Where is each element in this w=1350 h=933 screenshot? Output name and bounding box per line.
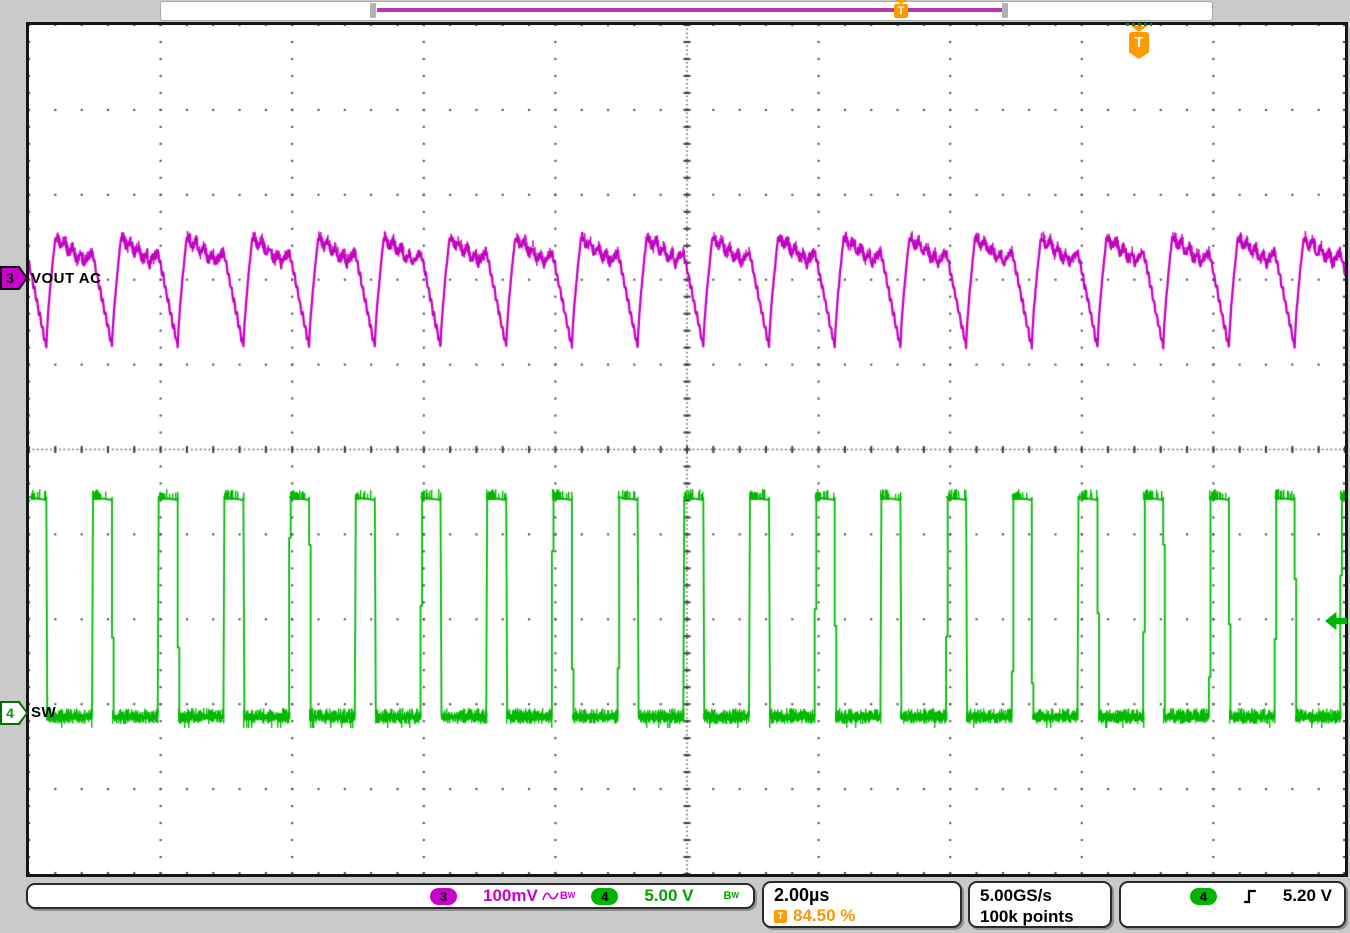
record-length-value[interactable]: 100k points: [980, 906, 1100, 927]
ch4-marker-number: 4: [0, 704, 20, 722]
ch4-bandwidth-icon: BW: [723, 890, 739, 902]
timebase-readout-box: 2.00µs T 84.50 %: [762, 881, 962, 928]
window-right-bracket[interactable]: [1002, 3, 1008, 18]
trigger-position-flag[interactable]: T: [1126, 23, 1152, 59]
sample-rate-value[interactable]: 5.00GS/s: [980, 885, 1100, 906]
trigger-t-flag-icon: T: [1129, 32, 1149, 59]
trigger-level-value[interactable]: 5.20 V: [1283, 886, 1332, 906]
ch3-waveform-label: VOUT AC: [31, 270, 101, 287]
ch3-scale-readout[interactable]: 100mV: [483, 886, 538, 906]
trigger-t-icon: T: [774, 910, 787, 923]
ac-coupling-icon: [542, 890, 560, 903]
trigger-readout-box: 4 5.20 V: [1119, 881, 1346, 928]
ch3-bandwidth-icon: BW: [560, 890, 576, 902]
ch4-ground-marker[interactable]: 4: [0, 701, 28, 725]
ch4-badge[interactable]: 4: [591, 888, 618, 905]
channel-readout-box: 3 100mV BW 4 5.00 V BW: [26, 883, 755, 909]
graticule: [26, 22, 1348, 877]
ch3-marker-number: 3: [0, 269, 20, 287]
window-left-bracket[interactable]: [370, 3, 376, 18]
trigger-source-badge[interactable]: 4: [1190, 888, 1217, 905]
window-range-line[interactable]: [377, 8, 1003, 12]
rising-slope-icon: [1243, 888, 1257, 905]
waveform-canvas: [29, 25, 1345, 874]
trigger-position-marker-topbar[interactable]: T: [893, 0, 909, 20]
ch4-waveform-label: SW: [31, 704, 56, 721]
ch3-badge[interactable]: 3: [430, 888, 457, 905]
trigger-t-icon: T: [894, 4, 908, 18]
trigger-position-value[interactable]: 84.50 %: [793, 906, 855, 926]
acquisition-readout-box: 5.00GS/s 100k points: [968, 881, 1112, 928]
trigger-caret-icon: [1131, 26, 1147, 32]
oscilloscope-screen: T 3 VOUT AC 4 SW T 3 100mV BW 4: [0, 0, 1350, 933]
ch3-ground-marker[interactable]: 3: [0, 266, 28, 290]
ch4-scale-readout[interactable]: 5.00 V: [644, 886, 693, 906]
timebase-value[interactable]: 2.00µs: [774, 885, 950, 906]
